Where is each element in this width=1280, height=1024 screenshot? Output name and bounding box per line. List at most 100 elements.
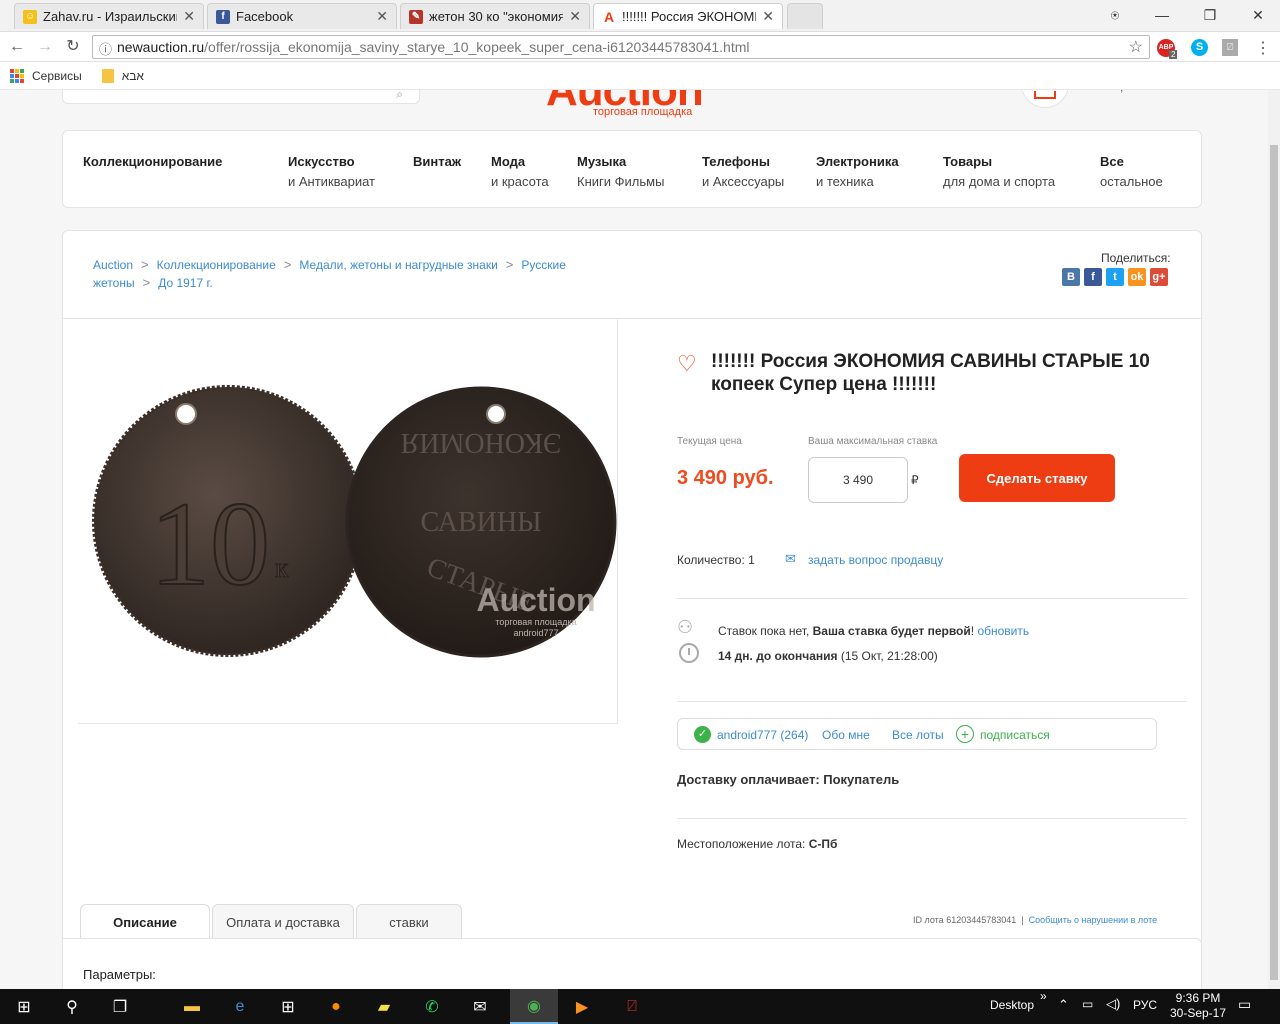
max-bid-input[interactable] <box>808 457 908 503</box>
category-art[interactable]: Искусство и Антиквариат <box>288 154 375 189</box>
lot-location: Местоположение лота: С-Пб <box>677 837 838 851</box>
category-electronics[interactable]: Электроника и техника <box>816 154 899 189</box>
sticky-notes-icon[interactable]: ▰ <box>360 989 408 1024</box>
breadcrumb-auction[interactable]: Auction <box>93 258 133 272</box>
odnoklassniki-share-icon[interactable]: ok <box>1128 268 1146 286</box>
windows-start-icon[interactable]: ⊞ <box>0 989 48 1024</box>
breadcrumb-pre1917[interactable]: До 1917 г. <box>158 276 213 290</box>
notifications-icon[interactable]: ▭ <box>1238 996 1251 1013</box>
bookmark-folder-aba[interactable]: אבא <box>122 69 144 83</box>
coin-denomination: 10 <box>150 477 270 610</box>
category-home[interactable]: Товары для дома и спорта <box>943 154 1055 189</box>
new-tab-button[interactable] <box>787 3 823 29</box>
close-icon[interactable]: ✕ <box>376 8 388 25</box>
store-icon[interactable]: ⊞ <box>264 989 312 1024</box>
twitter-share-icon[interactable]: t <box>1106 268 1124 286</box>
close-icon[interactable]: ✕ <box>569 8 581 25</box>
language-indicator[interactable]: РУС <box>1133 998 1157 1012</box>
toolbar-expand-icon[interactable]: » <box>1040 989 1047 1003</box>
windows-taskbar: ⊞ ⚲ ❐ ▬ e ⊞ ● ▰ ✆ ✉ ◉ ▶ ⍁ Desktop » ⌃ ▭ … <box>0 989 1280 1024</box>
address-bar[interactable]: ⓘ newauction.ru/offer/rossija_ekonomija_… <box>92 35 1150 59</box>
all-lots-link[interactable]: Все лоты <box>892 728 944 742</box>
bookmark-services[interactable]: Сервисы <box>32 69 82 83</box>
profile-icon[interactable]: ⍟ <box>1100 4 1130 26</box>
minimize-icon[interactable]: — <box>1147 4 1177 26</box>
volume-icon[interactable]: ◁) <box>1106 996 1120 1012</box>
apps-icon[interactable] <box>10 68 24 83</box>
tray-chevron-icon[interactable]: ⌃ <box>1058 997 1069 1013</box>
user-menu-icon[interactable]: , <box>1120 90 1123 94</box>
breadcrumb-russian[interactable]: Русские <box>521 258 566 272</box>
category-music[interactable]: Музыка Книги Фильмы <box>577 154 664 189</box>
reload-icon[interactable]: ↻ <box>62 36 84 58</box>
tab-bids[interactable]: ставки <box>356 904 462 941</box>
tab-meshok[interactable]: ✎ жетон 30 ко "экономия ✕ <box>400 3 590 29</box>
category-vintage[interactable]: Винтаж <box>413 154 461 174</box>
subscribe-link[interactable]: подписаться <box>980 728 1050 742</box>
folder-icon <box>101 68 114 83</box>
chrome-icon[interactable]: ◉ <box>510 989 558 1024</box>
back-icon[interactable]: ← <box>6 36 28 58</box>
media-player-icon[interactable]: ▶ <box>558 989 606 1024</box>
refresh-link[interactable]: обновить <box>977 624 1029 638</box>
acrobat-icon[interactable]: ⍁ <box>608 989 656 1024</box>
place-bid-button[interactable]: Сделать ставку <box>959 454 1115 502</box>
facebook-share-icon[interactable]: f <box>1084 268 1102 286</box>
tab-facebook[interactable]: f Facebook ✕ <box>207 3 397 29</box>
adblock-badge: 2 <box>1169 50 1178 59</box>
desktop-toolbar[interactable]: Desktop <box>990 998 1034 1012</box>
watermark-tagline: торговая площадка <box>495 617 576 627</box>
menu-icon[interactable]: ⋮ <box>1255 38 1271 58</box>
bookmark-star-icon[interactable]: ☆ <box>1129 37 1143 57</box>
coin-unit: к <box>275 553 289 584</box>
clock[interactable]: 9:36 PM 30-Sep-17 <box>1168 991 1228 1021</box>
firefox-icon[interactable]: ● <box>312 989 360 1024</box>
bids-status: Ставок пока нет, Ваша ставка будет перво… <box>718 624 1030 638</box>
seller-link[interactable]: android777 (264) <box>717 728 808 742</box>
tab-auction[interactable]: A !!!!!!! Россия ЭКОНОМИ ✕ <box>593 3 783 29</box>
coin-text-middle: САВИНЫ <box>420 507 541 538</box>
category-fashion[interactable]: Мода и красота <box>491 154 549 189</box>
maximize-icon[interactable]: ❐ <box>1195 4 1225 26</box>
close-icon[interactable]: ✕ <box>183 8 195 25</box>
close-window-icon[interactable]: ✕ <box>1243 4 1273 26</box>
category-collecting[interactable]: Коллекционирование <box>83 154 222 174</box>
edge-icon[interactable]: e <box>216 989 264 1024</box>
breadcrumb: Auction > Коллекционирование > Медали, жетон… <box>93 257 566 290</box>
breadcrumb-medals[interactable]: Медали, жетоны и нагрудные знаки <box>299 258 497 272</box>
coin-hole <box>486 404 506 424</box>
tab-payment-delivery[interactable]: Оплата и доставка <box>212 904 354 941</box>
category-other[interactable]: Все остальное <box>1100 154 1163 189</box>
file-explorer-icon[interactable]: ▬ <box>168 989 216 1024</box>
breadcrumb-tokens[interactable]: жетоны <box>93 276 135 290</box>
forward-icon[interactable]: → <box>34 36 56 58</box>
googleplus-share-icon[interactable]: g+ <box>1150 268 1168 286</box>
tab-zahav[interactable]: ☺ Zahav.ru - Израильский ✕ <box>14 3 204 29</box>
cart-button[interactable] <box>1021 90 1069 108</box>
whatsapp-icon[interactable]: ✆ <box>408 989 456 1024</box>
close-icon[interactable]: ✕ <box>762 8 774 25</box>
subscribe-plus-icon[interactable]: + <box>956 725 974 743</box>
report-violation-link[interactable]: Сообщить о нарушении в лоте <box>1029 915 1158 925</box>
skype-icon[interactable]: S <box>1191 39 1208 56</box>
category-phones[interactable]: Телефоны и Аксессуары <box>702 154 784 189</box>
divider <box>677 701 1187 702</box>
mail-icon[interactable]: ✉ <box>456 989 504 1024</box>
divider <box>677 818 1187 819</box>
search-box[interactable]: ⌕ <box>62 90 420 104</box>
lot-image-container[interactable]: 10 к ЭКОНОМИЯ САВИНЫ СТАРЫЕ Auction торг… <box>78 319 618 724</box>
task-view-icon[interactable]: ❐ <box>96 989 144 1024</box>
favorite-heart-icon[interactable]: ♡ <box>677 351 697 377</box>
ask-seller-link[interactable]: задать вопрос продавцу <box>808 553 943 567</box>
scrollbar-thumb[interactable] <box>1270 145 1278 980</box>
lot-title: !!!!!!! Россия ЭКОНОМИЯ САВИНЫ СТАРЫЕ 10… <box>711 351 1150 395</box>
search-icon[interactable]: ⚲ <box>48 989 96 1024</box>
envelope-icon: ✉ <box>785 551 796 566</box>
pdf-extension-icon[interactable]: ⍁ <box>1222 39 1238 56</box>
about-seller-link[interactable]: Обо мне <box>822 728 870 742</box>
network-icon[interactable]: ▭ <box>1082 997 1093 1011</box>
tab-description[interactable]: Описание <box>80 904 210 941</box>
description-panel: Параметры: <box>62 938 1202 989</box>
breadcrumb-collecting[interactable]: Коллекционирование <box>157 258 276 272</box>
vk-share-icon[interactable]: В <box>1062 268 1080 286</box>
